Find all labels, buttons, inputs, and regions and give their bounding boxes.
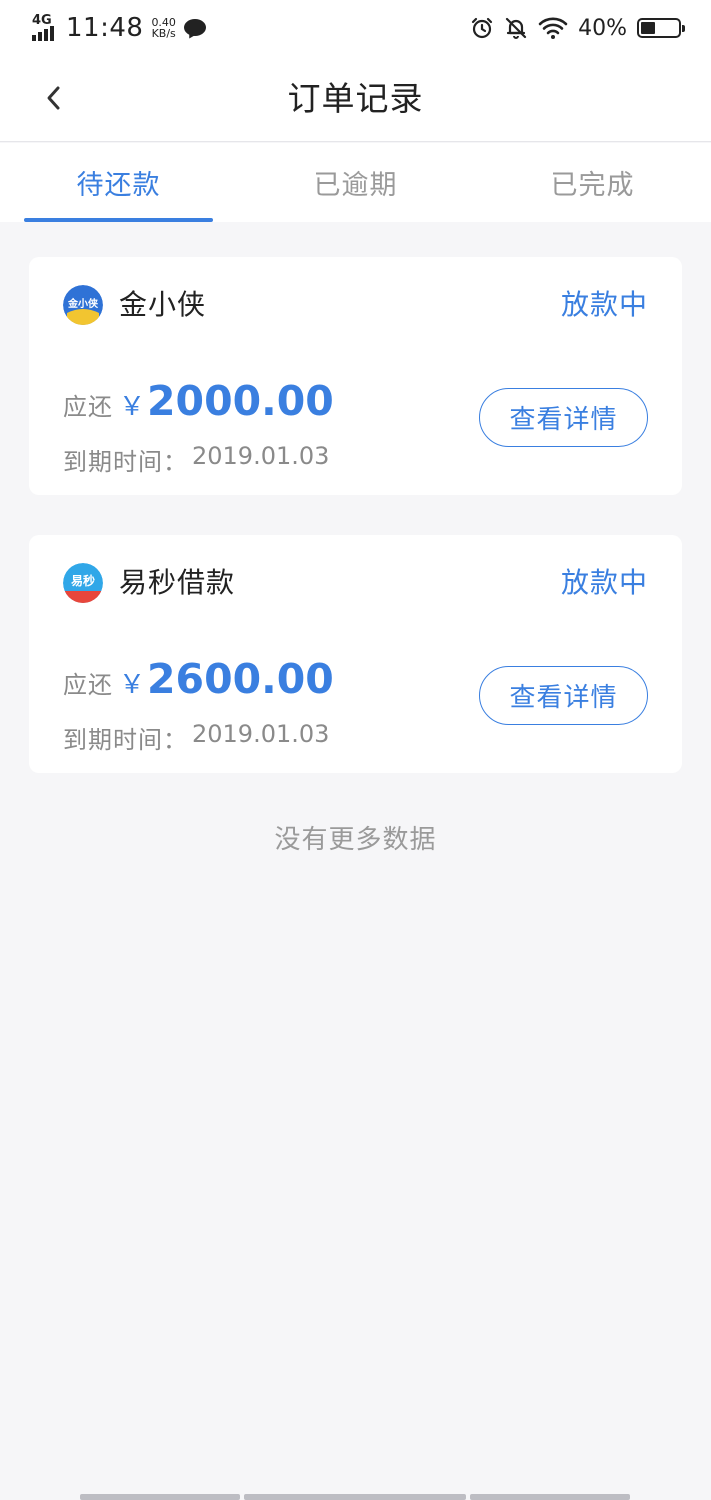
- network-speed-unit: KB/s: [151, 27, 176, 40]
- active-tab-indicator: [24, 218, 213, 222]
- no-more-data-text: 没有更多数据: [274, 825, 437, 855]
- signal-icon: 4G: [30, 13, 62, 43]
- view-details-button[interactable]: 查看详情: [479, 666, 648, 725]
- wifi-icon: [538, 17, 568, 39]
- status-bar: 4G 11:48 0.40 KB/s 40%: [0, 0, 711, 56]
- alarm-icon: [471, 17, 493, 39]
- mute-bell-icon: [505, 17, 527, 39]
- lender-logo-text: 金小侠: [67, 297, 99, 310]
- currency-symbol: ￥: [119, 670, 146, 700]
- lender-logo-text: 易秒: [71, 573, 95, 588]
- due-date-value: 2019.01.03: [192, 442, 330, 470]
- lender-name: 金小侠: [119, 288, 207, 321]
- due-date-label: 到期时间：: [63, 726, 188, 754]
- message-icon: [183, 19, 206, 37]
- amount-due: 应还 ￥ 2000.00: [63, 377, 334, 425]
- due-date-label: 到期时间：: [63, 448, 188, 476]
- amount-value: 2600.00: [147, 655, 334, 703]
- tab-label: 待还款: [76, 170, 161, 201]
- tab-pending-repayment[interactable]: 待还款: [0, 143, 237, 222]
- order-card[interactable]: 金小侠 金小侠 放款中 应还 ￥ 2000.00 到期时间： 2019.01.0…: [29, 257, 682, 495]
- lender-name: 易秒借款: [119, 566, 236, 599]
- lender-logo: 金小侠: [63, 285, 103, 325]
- network-speed: 0.40 KB/s: [151, 17, 176, 39]
- tab-label: 已逾期: [313, 170, 398, 201]
- chevron-left-icon: [47, 86, 60, 110]
- battery-level: [641, 22, 656, 34]
- lender-logo: 易秒: [63, 563, 103, 603]
- battery-icon: [637, 18, 685, 38]
- nav-bar: 订单记录: [0, 56, 711, 142]
- tab-completed[interactable]: 已完成: [474, 143, 711, 222]
- home-indicator: [80, 1494, 630, 1500]
- tab-label: 已完成: [550, 170, 635, 201]
- currency-symbol: ￥: [119, 392, 146, 422]
- due-date-row: 到期时间： 2019.01.03: [63, 442, 329, 477]
- view-details-button[interactable]: 查看详情: [479, 388, 648, 447]
- battery-percent: 40%: [578, 15, 627, 41]
- tab-overdue[interactable]: 已逾期: [237, 143, 474, 222]
- order-tabs: 待还款 已逾期 已完成: [0, 143, 711, 222]
- amount-label: 应还: [63, 393, 113, 421]
- amount-value: 2000.00: [147, 377, 334, 425]
- order-status: 放款中: [560, 566, 648, 599]
- order-card[interactable]: 易秒 易秒借款 放款中 应还 ￥ 2600.00 到期时间： 2019.01.0…: [29, 535, 682, 773]
- due-date-value: 2019.01.03: [192, 720, 330, 748]
- page-title: 订单记录: [287, 79, 424, 118]
- amount-due: 应还 ￥ 2600.00: [63, 655, 334, 703]
- status-time: 11:48: [66, 13, 144, 43]
- amount-label: 应还: [63, 671, 113, 699]
- back-button[interactable]: [30, 74, 78, 122]
- order-status: 放款中: [560, 288, 648, 321]
- due-date-row: 到期时间： 2019.01.03: [63, 720, 329, 755]
